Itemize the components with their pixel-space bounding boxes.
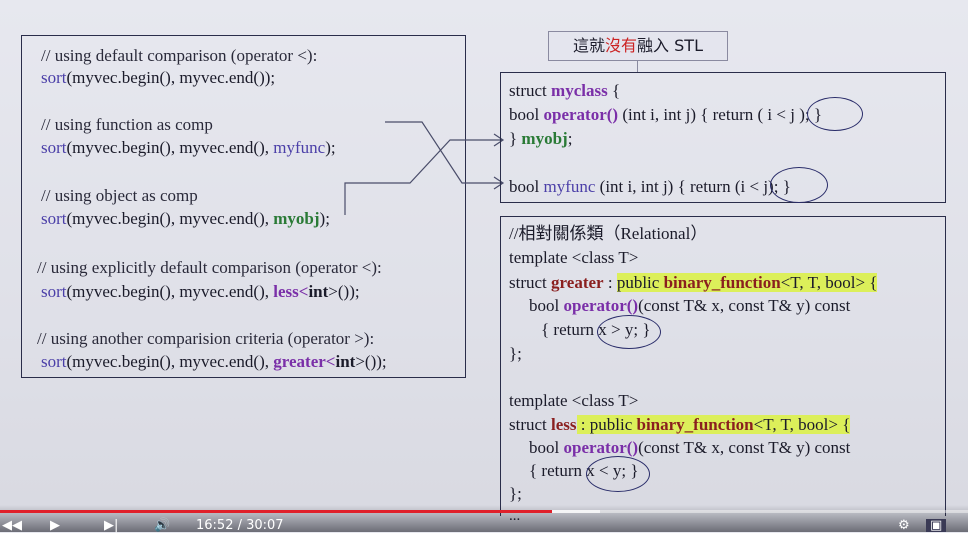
time-display: 16:52 / 30:07 xyxy=(196,518,284,533)
end-greater-line: }; xyxy=(509,344,522,363)
oval-i-less-j-struct xyxy=(807,97,863,131)
template-line-2: template <class T> xyxy=(509,391,639,410)
oval-x-less-y xyxy=(586,456,650,492)
play-icon[interactable]: ▶ xyxy=(50,519,60,532)
operator-greater-line: bool operator()(const T& x, const T& y) … xyxy=(529,296,851,315)
oval-x-greater-y xyxy=(597,315,661,349)
next-icon[interactable]: ▶| xyxy=(104,519,118,532)
comment-default-comparison: // using default comparison (operator <)… xyxy=(41,46,318,65)
struct-myclass-line: struct myclass { xyxy=(509,81,621,100)
comment-function-comp: // using function as comp xyxy=(41,115,213,134)
relational-comment: //相對關係類（Relational） xyxy=(509,224,708,243)
struct-greater-line: struct greater : public binary_function<… xyxy=(509,273,878,292)
settings-gear-icon[interactable]: ⚙ xyxy=(898,519,910,532)
comment-explicit-default: // using explicitly default comparison (… xyxy=(37,258,382,277)
struct-less-line: struct less : public binary_function<T, … xyxy=(509,415,851,434)
miniplayer-icon[interactable]: ▣ xyxy=(926,519,947,532)
myobj-decl-line: } myobj; xyxy=(509,129,573,148)
sort-object-call: sort(myvec.begin(), myvec.end(), myobj); xyxy=(41,209,330,228)
sort-function-call: sort(myvec.begin(), myvec.end(), myfunc)… xyxy=(41,138,336,157)
progress-fill xyxy=(0,510,552,513)
progress-track[interactable] xyxy=(0,510,968,513)
not-in-stl-label: 這就沒有融入 STL xyxy=(548,31,728,61)
volume-icon[interactable]: 🔊 xyxy=(154,519,170,532)
sort-default-call: sort(myvec.begin(), myvec.end()); xyxy=(41,68,276,87)
template-line-1: template <class T> xyxy=(509,248,639,267)
end-less-line: }; xyxy=(509,484,522,503)
operator-less-line: bool operator()(const T& x, const T& y) … xyxy=(529,438,851,457)
oval-i-less-j-func xyxy=(770,167,828,203)
operator-line: bool operator() (int i, int j) { return … xyxy=(509,105,822,124)
sort-greater-call: sort(myvec.begin(), myvec.end(), greater… xyxy=(41,352,387,371)
sort-less-call: sort(myvec.begin(), myvec.end(), less<in… xyxy=(41,282,360,301)
comment-object-comp: // using object as comp xyxy=(41,186,198,205)
myfunc-line: bool myfunc (int i, int j) { return (i <… xyxy=(509,177,791,196)
comment-another-criteria: // using another comparision criteria (o… xyxy=(37,329,375,348)
skip-back-icon[interactable]: ◀◀ xyxy=(2,519,22,532)
